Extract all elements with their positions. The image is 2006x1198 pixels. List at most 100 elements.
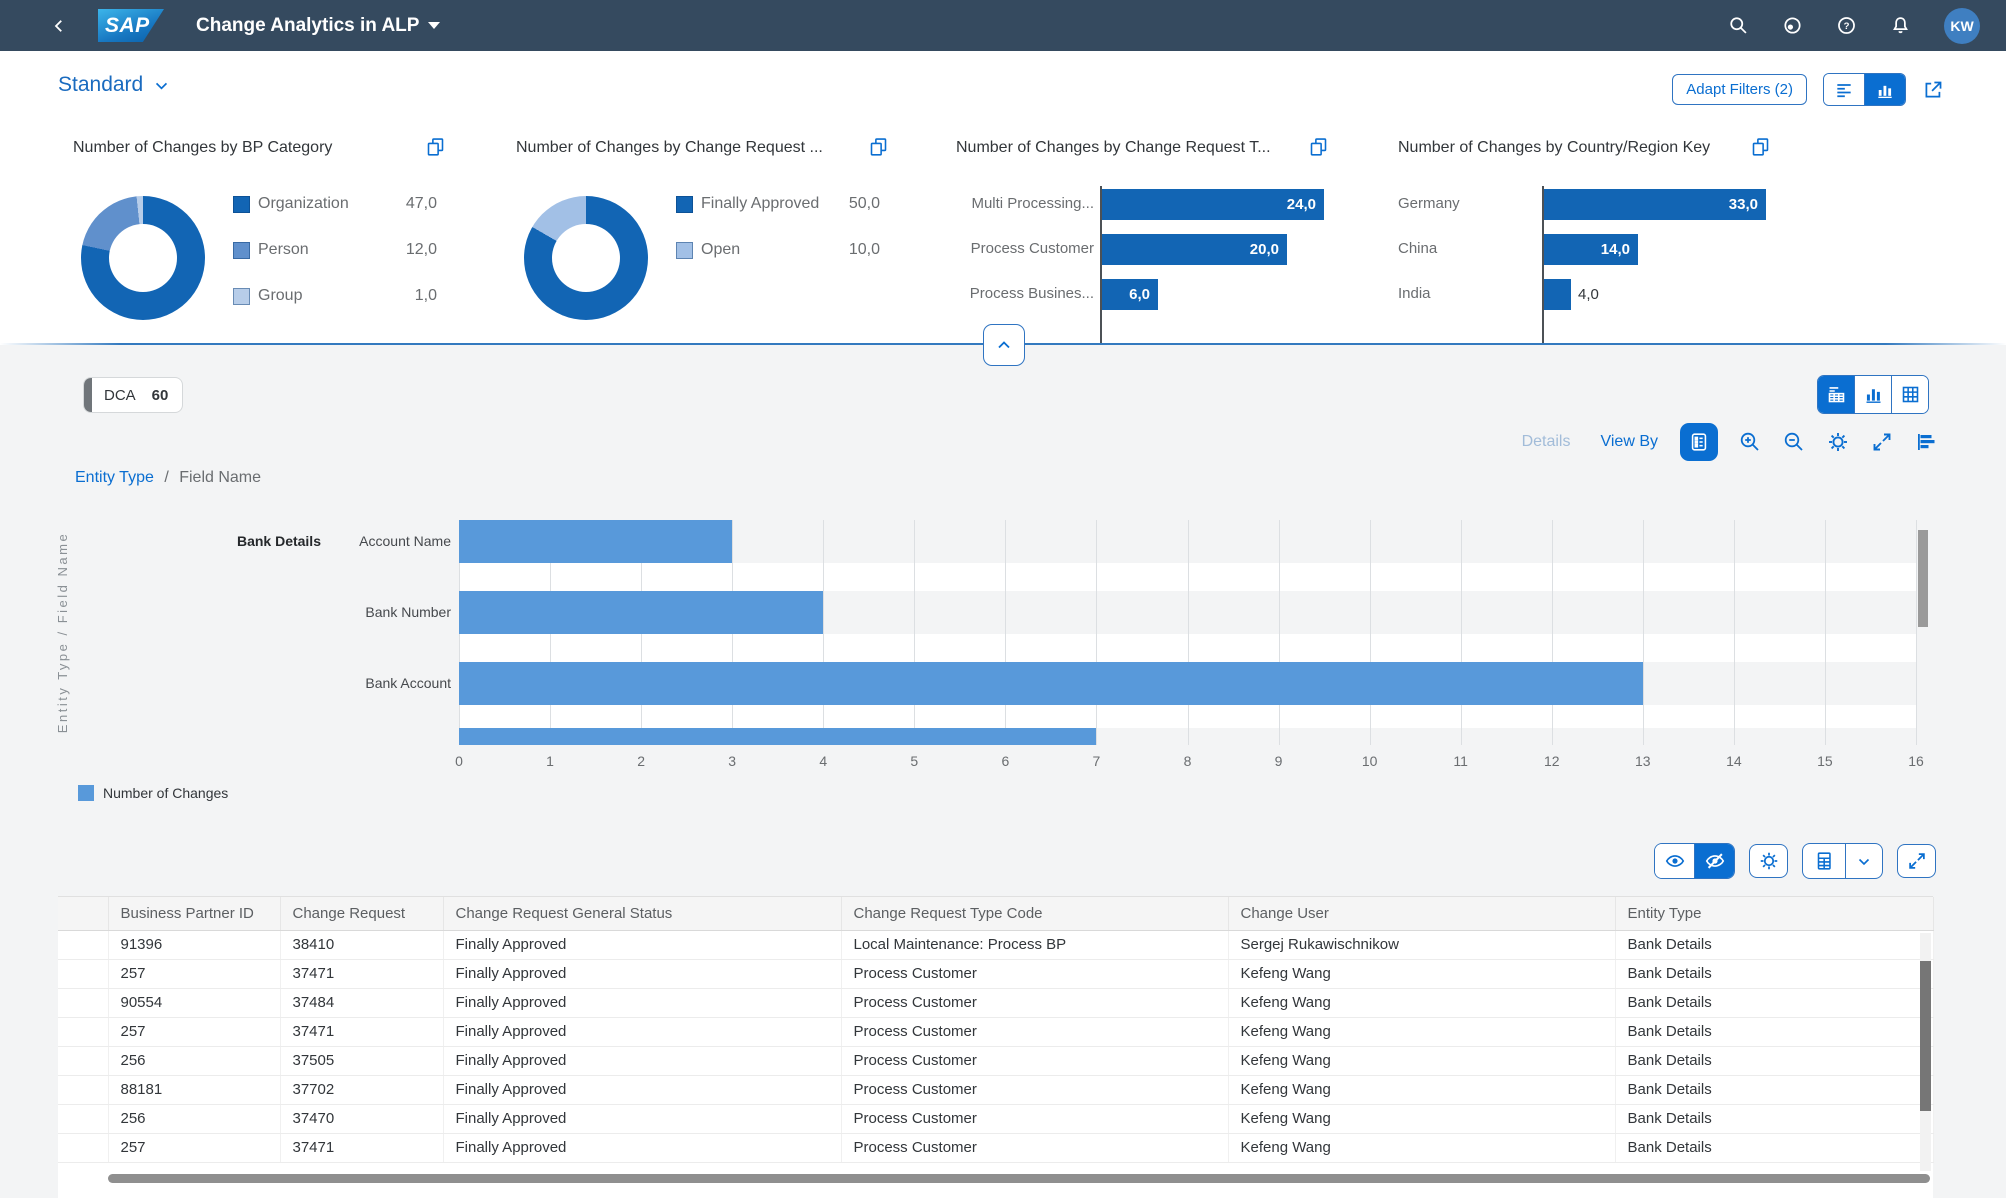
category-label: Account Name xyxy=(359,533,451,549)
table-cell: Finally Approved xyxy=(443,1046,842,1076)
back-icon[interactable] xyxy=(50,17,68,35)
kpi-bar[interactable]: 20,0 xyxy=(1102,234,1287,265)
kpi-bar-value: 24,0 xyxy=(1286,196,1316,213)
kpi-card[interactable]: Number of Changes by BP Category Organiza… xyxy=(73,136,493,336)
bar[interactable] xyxy=(459,520,733,563)
gear-icon xyxy=(1760,852,1777,870)
kpi-bar-row: Process Customer 20,0 xyxy=(956,234,1376,265)
kpi-card-title: Number of Changes by Country/Region Key xyxy=(1398,139,1711,156)
kpi-bar-value: 14,0 xyxy=(1600,241,1630,258)
gridline xyxy=(1460,520,1462,745)
bar[interactable] xyxy=(459,591,824,634)
row-select-cell[interactable] xyxy=(58,988,109,1018)
table-row[interactable]: 257 37471 Finally Approved Process Customer… xyxy=(58,959,1934,989)
table-vertical-scrollbar[interactable] xyxy=(1920,933,1931,1171)
table-cell: Sergej Rukawischnikow xyxy=(1228,930,1616,960)
table-row[interactable]: 257 37471 Finally Approved Process Customer… xyxy=(58,1017,1934,1047)
bar-partial[interactable] xyxy=(459,728,1097,745)
column-header[interactable]: Entity Type xyxy=(1615,897,1934,931)
copilot-icon[interactable] xyxy=(1782,15,1803,36)
kpi-bar-value: 4,0 xyxy=(1578,286,1599,303)
visual-filter-view-button[interactable] xyxy=(1864,74,1905,105)
chart-legend[interactable]: Number of Changes xyxy=(78,785,228,801)
export-button[interactable] xyxy=(1803,844,1845,878)
table-row[interactable]: 90554 37484 Finally Approved Process Custom… xyxy=(58,988,1934,1018)
adapt-filters-button[interactable]: Adapt Filters (2) xyxy=(1672,74,1807,105)
open-in-new-icon[interactable] xyxy=(425,136,446,157)
variant-selector[interactable]: Standard xyxy=(58,73,170,97)
list-lines-icon xyxy=(1837,83,1851,97)
row-select-cell[interactable] xyxy=(58,1046,109,1076)
kpi-card[interactable]: Number of Changes by Change Request ... F… xyxy=(516,136,936,336)
table-row[interactable]: 257 37471 Finally Approved Process Customer… xyxy=(58,1133,1934,1163)
donut-chart[interactable] xyxy=(524,196,648,320)
table-settings-button[interactable] xyxy=(1749,844,1788,878)
x-tick-label: 2 xyxy=(637,753,646,769)
share-icon[interactable] xyxy=(1922,79,1944,101)
legend-color-swatch xyxy=(78,785,94,801)
gridline xyxy=(823,520,825,745)
table-cell: Bank Details xyxy=(1615,1046,1934,1076)
kpi-bar-label: Process Customer xyxy=(970,240,1094,257)
column-header[interactable]: Business Partner ID xyxy=(108,897,281,931)
row-select-cell[interactable] xyxy=(58,959,109,989)
column-header[interactable]: Change Request General Status xyxy=(443,897,842,931)
column-header[interactable]: Change Request xyxy=(280,897,444,931)
x-tick-label: 8 xyxy=(1183,753,1192,769)
row-select-cell[interactable] xyxy=(58,1104,109,1134)
table-cell: Bank Details xyxy=(1615,1133,1934,1163)
row-select-cell[interactable] xyxy=(58,930,109,960)
kpi-legend-label: Group xyxy=(258,287,303,304)
show-details-button[interactable] xyxy=(1655,844,1694,878)
donut-chart[interactable] xyxy=(81,196,205,320)
open-in-new-icon[interactable] xyxy=(1750,136,1771,157)
row-select-cell[interactable] xyxy=(58,1075,109,1105)
notifications-bell-icon[interactable] xyxy=(1890,15,1911,36)
help-icon[interactable]: ? xyxy=(1836,15,1857,36)
kpi-legend-item: Finally Approved 50,0 xyxy=(676,194,880,214)
row-select-cell[interactable] xyxy=(58,1017,109,1047)
table-row[interactable]: 256 37470 Finally Approved Process Customer… xyxy=(58,1104,1934,1134)
kpi-card[interactable]: Number of Changes by Country/Region Key G… xyxy=(1398,136,1818,343)
kpi-legend-label: Finally Approved xyxy=(701,195,820,212)
kpi-bar[interactable]: 6,0 xyxy=(1102,279,1158,310)
table-cell: Process Customer xyxy=(841,1075,1229,1105)
kpi-bar[interactable]: 14,0 xyxy=(1544,234,1638,265)
table-row[interactable]: 88181 37702 Finally Approved Process Custom… xyxy=(58,1075,1934,1105)
kpi-bar[interactable]: 33,0 xyxy=(1544,189,1766,220)
sap-logo[interactable]: SAP xyxy=(98,9,164,42)
table-row[interactable]: 91396 38410 Finally Approved Local Maintena… xyxy=(58,930,1934,960)
table-horizontal-scrollbar[interactable] xyxy=(108,1174,1930,1183)
search-icon[interactable] xyxy=(1728,15,1749,36)
x-tick-label: 0 xyxy=(455,753,463,769)
table-row[interactable]: 256 37505 Finally Approved Process Customer… xyxy=(58,1046,1934,1076)
column-header[interactable]: Change User xyxy=(1228,897,1616,931)
column-header[interactable]: Change Request Type Code xyxy=(841,897,1229,931)
open-in-new-icon[interactable] xyxy=(1308,136,1329,157)
chart-vertical-scrollbar[interactable] xyxy=(1918,530,1928,627)
app-title-menu[interactable]: Change Analytics in ALP xyxy=(196,15,441,37)
table-vscroll-thumb[interactable] xyxy=(1920,961,1931,1111)
user-avatar[interactable]: KW xyxy=(1944,7,1980,44)
table-fullscreen-button[interactable] xyxy=(1897,844,1936,878)
bar-chart-icon xyxy=(1878,85,1892,98)
table-cell: Finally Approved xyxy=(443,1075,842,1105)
x-tick-label: 5 xyxy=(910,753,919,769)
hide-details-button[interactable] xyxy=(1694,844,1734,878)
export-menu-button[interactable] xyxy=(1845,844,1882,878)
kpi-bar[interactable] xyxy=(1544,279,1571,310)
row-select-cell[interactable] xyxy=(58,1133,109,1163)
legend-label: Number of Changes xyxy=(103,785,229,801)
legend-color-swatch xyxy=(676,195,693,213)
bar[interactable] xyxy=(459,662,1643,705)
collapse-header-button[interactable] xyxy=(983,324,1025,366)
filter-list-view-button[interactable] xyxy=(1824,74,1864,105)
kpi-bar[interactable]: 24,0 xyxy=(1102,189,1324,220)
open-in-new-icon[interactable] xyxy=(868,136,889,157)
kpi-card[interactable]: Number of Changes by Change Request T...… xyxy=(956,136,1376,343)
kpi-legend: Finally Approved 50,0 Open 10,0 xyxy=(676,194,880,260)
gridline xyxy=(1733,520,1735,745)
kpi-bar-label: India xyxy=(1398,285,1431,302)
gridline xyxy=(1916,520,1917,745)
kpi-bar-value: 6,0 xyxy=(1129,286,1150,303)
